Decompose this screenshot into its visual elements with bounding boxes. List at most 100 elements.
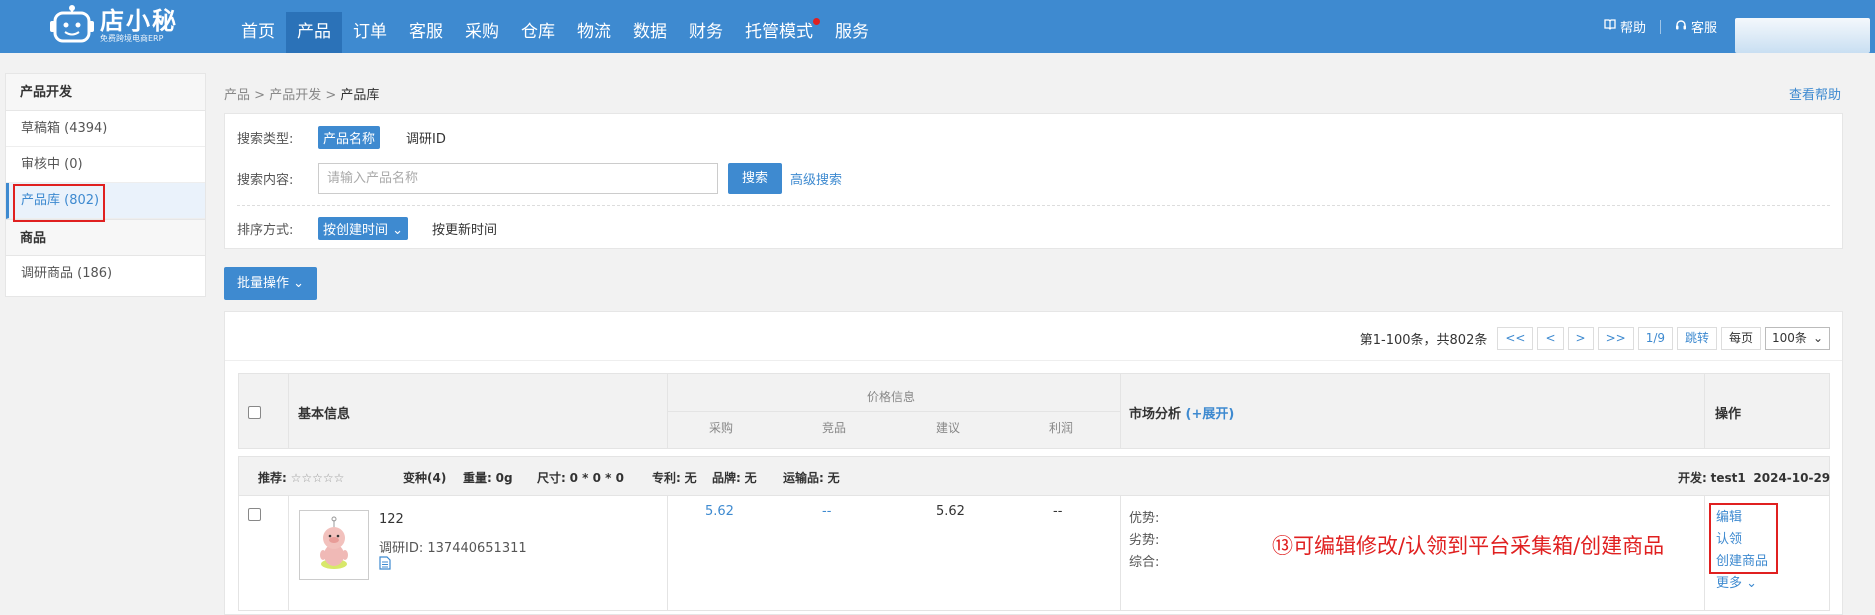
view-help-link[interactable]: 查看帮助 [1789,84,1841,103]
sidebar-item-drafts[interactable]: 草稿箱 (4394) [6,111,205,147]
disadvantage-label: 劣势: [1129,533,1160,548]
search-type-research-id[interactable]: 调研ID [406,128,446,147]
jump-button[interactable]: 跳转 [1677,327,1718,350]
developer: 开发: test1 2024-10-29 [1678,469,1830,486]
nav-products[interactable]: 产品 [286,12,342,53]
research-id-value: 137440651311 [427,541,527,556]
sort-label: 排序方式: [237,223,294,238]
profit: -- [1053,504,1063,519]
page-indicator[interactable]: 1/9 [1637,327,1673,350]
nav-home[interactable]: 首页 [230,12,286,53]
column-divider [288,374,289,448]
developer-label: 开发: [1678,471,1707,485]
notification-dot [813,18,820,25]
column-suggested: 建议 [936,421,961,435]
nav-finance[interactable]: 财务 [678,12,734,53]
service-label: 客服 [1691,21,1718,36]
weight-value: 0g [495,471,513,485]
size-value: 0 * 0 * 0 [569,471,624,485]
purchase-price[interactable]: 5.62 [705,504,734,519]
competitor-price[interactable]: -- [822,504,831,519]
next-page-button[interactable]: > [1567,327,1594,350]
column-divider [1120,374,1121,448]
search-button[interactable]: 搜索 [728,163,783,194]
divider [1660,19,1662,34]
star-rating-icon[interactable]: ☆☆☆☆☆ [291,471,345,485]
market-analysis-label: 市场分析 [1129,407,1182,422]
search-input[interactable]: 请输入产品名称 [318,163,718,194]
nav-data[interactable]: 数据 [622,12,678,53]
nav-services[interactable]: 服务 [824,12,880,53]
column-divider [1120,496,1121,610]
sort-by-created[interactable]: 按创建时间 ⌄ [318,217,409,240]
advanced-search-link[interactable]: 高级搜索 [790,169,842,188]
size-label: 尺寸: [537,471,566,485]
robot-logo-icon [50,5,94,47]
help-link[interactable]: 帮助 [1604,17,1646,36]
patent-label: 专利: [652,471,681,485]
last-page-button[interactable]: >> [1597,327,1634,350]
search-type-product-name[interactable]: 产品名称 [318,126,381,149]
user-account-box[interactable] [1735,18,1870,53]
per-page-value: 100条 [1772,331,1807,345]
nav-hosting-mode[interactable]: 托管模式 [734,12,824,53]
sort-by-updated[interactable]: 按更新时间 [432,219,497,238]
weight-label: 重量: [463,471,492,485]
breadcrumb-product-dev[interactable]: 产品开发 [269,88,321,103]
breadcrumb-separator: > [254,88,266,103]
column-basic-info: 基本信息 [298,407,351,422]
column-divider [288,496,289,610]
pagination: 第1-100条，共802条 << < > >> 1/9 跳转 每页 100条 ⌄ [1360,327,1830,350]
nav-purchase[interactable]: 采购 [454,12,510,53]
product-meta-row: 推荐: ☆☆☆☆☆ 变种(4) 重量: 0g 尺寸: 0 * 0 * 0 专利:… [238,456,1830,496]
nav-customer-service[interactable]: 客服 [398,12,454,53]
service-link[interactable]: 客服 [1675,17,1717,36]
column-purchase: 采购 [709,421,734,435]
recommend-label: 推荐: [258,471,287,485]
nav-warehouse[interactable]: 仓库 [510,12,566,53]
first-page-button[interactable]: << [1497,327,1534,350]
column-divider [1704,496,1705,610]
sidebar-item-research-goods[interactable]: 调研商品 (186) [6,256,205,292]
advantage-label: 优势: [1129,511,1160,526]
divider [667,411,1120,412]
research-id-label: 调研ID: [379,541,424,556]
select-all-checkbox[interactable] [248,406,261,419]
table-header: 基本信息 价格信息 采购 竞品 建议 利润 市场分析 (+展开) 操作 [238,373,1830,449]
breadcrumb: 产品 > 产品开发 > 产品库 [224,84,379,103]
research-id: 调研ID: 137440651311 [379,537,527,556]
batch-operations-label: 批量操作 [237,276,290,291]
transport: 运输品: 无 [783,469,840,486]
row-checkbox[interactable] [248,508,261,521]
more-label: 更多 [1716,576,1743,591]
brand: 品牌: 无 [712,469,757,486]
per-page-select[interactable]: 100条 ⌄ [1765,327,1830,350]
prev-page-button[interactable]: < [1537,327,1564,350]
divider [237,205,1830,206]
nav-orders[interactable]: 订单 [342,12,398,53]
patent: 专利: 无 [652,469,697,486]
pagination-info: 第1-100条，共802条 [1359,333,1488,348]
expand-link[interactable]: (+展开) [1186,407,1235,422]
top-navbar: 店小秘 免费跨境电商ERP 首页 产品 订单 客服 采购 仓库 物流 数据 财务… [0,0,1875,53]
batch-operations-button[interactable]: 批量操作 ⌄ [224,267,318,300]
nav-logistics[interactable]: 物流 [566,12,622,53]
logo[interactable]: 店小秘 免费跨境电商ERP [50,3,178,49]
document-icon[interactable] [379,556,391,574]
book-icon [1604,19,1616,34]
sidebar-section-goods: 商品 [6,219,205,256]
more-dropdown[interactable]: 更多 ⌄ [1716,573,1768,595]
product-name[interactable]: 122 [379,512,404,527]
sort-by-created-label: 按创建时间 [323,223,389,238]
main-nav: 首页 产品 订单 客服 采购 仓库 物流 数据 财务 托管模式 服务 [230,12,880,53]
sidebar-item-reviewing[interactable]: 审核中 (0) [6,147,205,183]
breadcrumb-products[interactable]: 产品 [224,88,250,103]
recommend-rating: 推荐: ☆☆☆☆☆ [258,469,344,486]
column-divider [667,496,668,610]
help-label: 帮助 [1620,21,1647,36]
transport-label: 运输品: [783,471,824,485]
highlight-box-sidebar [13,184,105,222]
weight: 重量: 0g [463,469,513,486]
divider [225,360,1842,361]
product-thumbnail[interactable] [299,510,369,580]
